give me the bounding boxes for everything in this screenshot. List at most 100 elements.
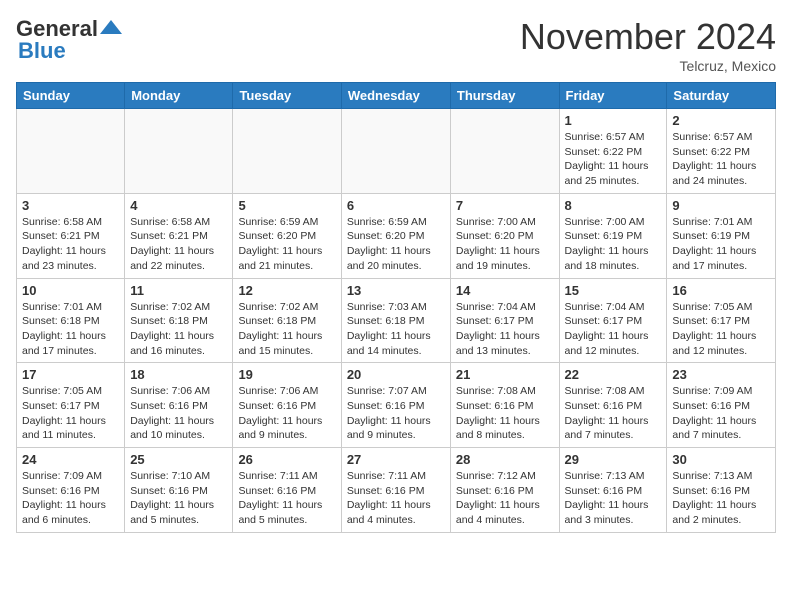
day-number: 18 [130,367,227,382]
day-info: Sunrise: 7:01 AMSunset: 6:18 PMDaylight:… [22,300,119,359]
page-header: General Blue November 2024 Telcruz, Mexi… [16,16,776,74]
day-info: Sunrise: 7:12 AMSunset: 6:16 PMDaylight:… [456,469,554,528]
day-info: Sunrise: 7:04 AMSunset: 6:17 PMDaylight:… [456,300,554,359]
weekday-header: Friday [559,83,667,109]
day-info: Sunrise: 7:07 AMSunset: 6:16 PMDaylight:… [347,384,445,443]
day-number: 5 [238,198,335,213]
title-block: November 2024 Telcruz, Mexico [520,16,776,74]
calendar-table: SundayMondayTuesdayWednesdayThursdayFrid… [16,82,776,533]
calendar-cell: 22 Sunrise: 7:08 AMSunset: 6:16 PMDayligh… [559,363,667,448]
calendar-cell: 29 Sunrise: 7:13 AMSunset: 6:16 PMDayligh… [559,448,667,533]
logo-icon [100,20,122,34]
calendar-cell: 28 Sunrise: 7:12 AMSunset: 6:16 PMDayligh… [450,448,559,533]
logo: General Blue [16,16,122,64]
calendar-cell: 2 Sunrise: 6:57 AMSunset: 6:22 PMDaylight… [667,109,776,194]
calendar-cell: 17 Sunrise: 7:05 AMSunset: 6:17 PMDayligh… [17,363,125,448]
weekday-header: Sunday [17,83,125,109]
day-info: Sunrise: 7:08 AMSunset: 6:16 PMDaylight:… [456,384,554,443]
day-info: Sunrise: 7:11 AMSunset: 6:16 PMDaylight:… [238,469,335,528]
calendar-cell: 8Sunrise: 7:00 AMSunset: 6:19 PMDaylight… [559,193,667,278]
day-number: 23 [672,367,770,382]
day-info: Sunrise: 6:59 AMSunset: 6:20 PMDaylight:… [238,215,335,274]
day-number: 24 [22,452,119,467]
day-number: 4 [130,198,227,213]
day-number: 19 [238,367,335,382]
day-info: Sunrise: 7:01 AMSunset: 6:19 PMDaylight:… [672,215,770,274]
day-number: 17 [22,367,119,382]
calendar-cell [341,109,450,194]
calendar-cell: 18 Sunrise: 7:06 AMSunset: 6:16 PMDayligh… [125,363,233,448]
day-info: Sunrise: 7:06 AMSunset: 6:16 PMDaylight:… [130,384,227,443]
day-number: 27 [347,452,445,467]
day-info: Sunrise: 7:00 AMSunset: 6:20 PMDaylight:… [456,215,554,274]
day-info: Sunrise: 6:58 AMSunset: 6:21 PMDaylight:… [130,215,227,274]
calendar-cell: 3 Sunrise: 6:58 AMSunset: 6:21 PMDaylight… [17,193,125,278]
calendar-cell: 25 Sunrise: 7:10 AMSunset: 6:16 PMDayligh… [125,448,233,533]
day-info: Sunrise: 6:57 AMSunset: 6:22 PMDaylight:… [565,130,662,189]
day-info: Sunrise: 6:58 AMSunset: 6:21 PMDaylight:… [22,215,119,274]
calendar-cell: 20Sunrise: 7:07 AMSunset: 6:16 PMDayligh… [341,363,450,448]
calendar-cell: 15 Sunrise: 7:04 AMSunset: 6:17 PMDayligh… [559,278,667,363]
weekday-header: Monday [125,83,233,109]
calendar-cell: 10Sunrise: 7:01 AMSunset: 6:18 PMDayligh… [17,278,125,363]
day-number: 13 [347,283,445,298]
day-number: 28 [456,452,554,467]
day-number: 22 [565,367,662,382]
calendar-cell: 1 Sunrise: 6:57 AMSunset: 6:22 PMDaylight… [559,109,667,194]
day-number: 30 [672,452,770,467]
calendar-week-row: 10Sunrise: 7:01 AMSunset: 6:18 PMDayligh… [17,278,776,363]
calendar-cell: 24Sunrise: 7:09 AMSunset: 6:16 PMDayligh… [17,448,125,533]
calendar-cell: 12 Sunrise: 7:02 AMSunset: 6:18 PMDayligh… [233,278,341,363]
logo-blue: Blue [18,38,66,64]
day-number: 14 [456,283,554,298]
calendar-cell: 6 Sunrise: 6:59 AMSunset: 6:20 PMDaylight… [341,193,450,278]
calendar-cell: 21Sunrise: 7:08 AMSunset: 6:16 PMDayligh… [450,363,559,448]
calendar-header-row: SundayMondayTuesdayWednesdayThursdayFrid… [17,83,776,109]
day-number: 3 [22,198,119,213]
day-info: Sunrise: 7:02 AMSunset: 6:18 PMDaylight:… [130,300,227,359]
day-number: 29 [565,452,662,467]
location: Telcruz, Mexico [520,58,776,74]
calendar-cell: 5 Sunrise: 6:59 AMSunset: 6:20 PMDaylight… [233,193,341,278]
calendar-cell [450,109,559,194]
day-number: 9 [672,198,770,213]
day-number: 2 [672,113,770,128]
day-number: 6 [347,198,445,213]
calendar-cell: 27 Sunrise: 7:11 AMSunset: 6:16 PMDayligh… [341,448,450,533]
calendar-cell: 7 Sunrise: 7:00 AMSunset: 6:20 PMDaylight… [450,193,559,278]
day-number: 11 [130,283,227,298]
day-info: Sunrise: 7:10 AMSunset: 6:16 PMDaylight:… [130,469,227,528]
calendar-week-row: 1 Sunrise: 6:57 AMSunset: 6:22 PMDaylight… [17,109,776,194]
calendar-cell: 14 Sunrise: 7:04 AMSunset: 6:17 PMDayligh… [450,278,559,363]
day-info: Sunrise: 7:00 AMSunset: 6:19 PMDaylight:… [565,215,662,274]
day-info: Sunrise: 6:59 AMSunset: 6:20 PMDaylight:… [347,215,445,274]
day-info: Sunrise: 6:57 AMSunset: 6:22 PMDaylight:… [672,130,770,189]
calendar-cell: 13Sunrise: 7:03 AMSunset: 6:18 PMDayligh… [341,278,450,363]
day-info: Sunrise: 7:13 AMSunset: 6:16 PMDaylight:… [565,469,662,528]
day-number: 16 [672,283,770,298]
weekday-header: Wednesday [341,83,450,109]
day-number: 1 [565,113,662,128]
day-number: 26 [238,452,335,467]
weekday-header: Tuesday [233,83,341,109]
calendar-cell: 16 Sunrise: 7:05 AMSunset: 6:17 PMDayligh… [667,278,776,363]
calendar-week-row: 3 Sunrise: 6:58 AMSunset: 6:21 PMDaylight… [17,193,776,278]
weekday-header: Thursday [450,83,559,109]
day-info: Sunrise: 7:08 AMSunset: 6:16 PMDaylight:… [565,384,662,443]
day-number: 7 [456,198,554,213]
calendar-cell [17,109,125,194]
day-info: Sunrise: 7:05 AMSunset: 6:17 PMDaylight:… [672,300,770,359]
day-info: Sunrise: 7:11 AMSunset: 6:16 PMDaylight:… [347,469,445,528]
calendar-cell: 4 Sunrise: 6:58 AMSunset: 6:21 PMDaylight… [125,193,233,278]
month-title: November 2024 [520,16,776,58]
day-info: Sunrise: 7:05 AMSunset: 6:17 PMDaylight:… [22,384,119,443]
day-number: 12 [238,283,335,298]
calendar-cell [233,109,341,194]
calendar-week-row: 24Sunrise: 7:09 AMSunset: 6:16 PMDayligh… [17,448,776,533]
weekday-header: Saturday [667,83,776,109]
day-info: Sunrise: 7:02 AMSunset: 6:18 PMDaylight:… [238,300,335,359]
calendar-cell: 9 Sunrise: 7:01 AMSunset: 6:19 PMDaylight… [667,193,776,278]
day-number: 15 [565,283,662,298]
day-number: 25 [130,452,227,467]
day-info: Sunrise: 7:04 AMSunset: 6:17 PMDaylight:… [565,300,662,359]
